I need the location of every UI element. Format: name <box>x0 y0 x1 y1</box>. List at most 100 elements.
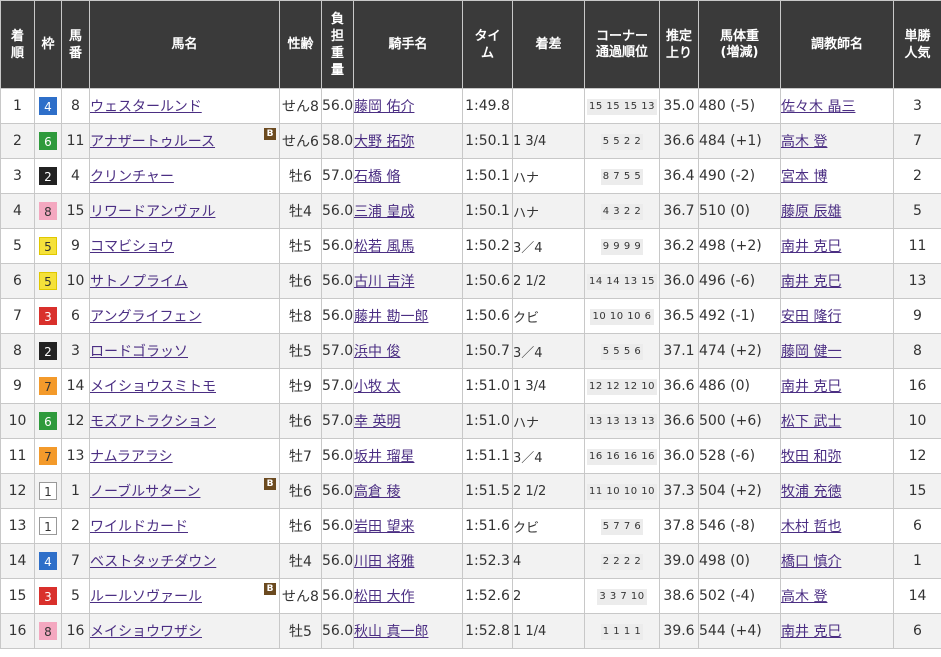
horse-name-link[interactable]: サトノプライム <box>91 274 188 290</box>
horse-cell: モズアトラクション <box>89 403 280 439</box>
trainer-name-link[interactable]: 藤岡 健一 <box>782 344 842 360</box>
trainer-name-link[interactable]: 藤原 辰雄 <box>782 204 842 220</box>
jockey-name-link[interactable]: 松田 大作 <box>355 589 415 605</box>
jockey-name-link[interactable]: 古川 吉洋 <box>355 274 415 290</box>
trainer-name-link[interactable]: 宮本 博 <box>782 169 828 185</box>
horse-name-link[interactable]: メイショウワザシ <box>91 624 203 640</box>
last3f-cell: 36.6 <box>659 123 699 159</box>
jockey-name-link[interactable]: 秋山 真一郎 <box>355 624 429 640</box>
jockey-name-link[interactable]: 小牧 太 <box>355 379 401 395</box>
jockey-name-link[interactable]: 坂井 瑠星 <box>355 449 415 465</box>
jockey-name-link[interactable]: 松若 風馬 <box>355 239 415 255</box>
jockey-name-link[interactable]: 大野 拓弥 <box>355 134 415 150</box>
time-cell: 1:50.7 <box>462 333 513 369</box>
trainer-name-link[interactable]: 牧田 和弥 <box>782 449 842 465</box>
frame-cell: 5 <box>34 263 62 299</box>
passing-cell: 10 10 10 6 <box>584 298 660 334</box>
table-row: 6 5 10 サトノプライム 牡6 56.0 古川 吉洋 1:50.6 2 1/… <box>0 263 941 299</box>
horse-name-link[interactable]: ルールソヴァール <box>91 589 203 605</box>
horse-cell: コマビショウ <box>89 228 280 264</box>
passing-cell: 11 10 10 10 <box>584 473 660 509</box>
weight-cell: 57.0 <box>321 403 354 439</box>
weight-cell: 56.0 <box>321 543 354 579</box>
passing-order: 9 9 9 9 <box>600 239 644 255</box>
popularity-cell: 6 <box>893 613 941 649</box>
popularity-cell: 1 <box>893 543 941 579</box>
frame-badge: 7 <box>39 447 57 465</box>
trainer-cell: 藤岡 健一 <box>780 333 894 369</box>
body-weight-cell: 496 (-6) <box>698 263 781 299</box>
trainer-name-link[interactable]: 松下 武士 <box>782 414 842 430</box>
trainer-name-link[interactable]: 南井 克巳 <box>782 274 842 290</box>
trainer-name-link[interactable]: 佐々木 晶三 <box>782 99 856 115</box>
margin-cell: 1 3/4 <box>512 368 585 404</box>
trainer-cell: 牧田 和弥 <box>780 438 894 474</box>
trainer-cell: 高木 登 <box>780 578 894 614</box>
jockey-name-link[interactable]: 藤岡 佑介 <box>355 99 415 115</box>
finish-cell: 8 <box>0 333 35 369</box>
horse-name-link[interactable]: アナザートゥルース <box>91 134 216 150</box>
horse-number-cell: 15 <box>61 193 90 229</box>
jockey-name-link[interactable]: 藤井 勘一郎 <box>355 309 429 325</box>
horse-name-link[interactable]: ナムラアラシ <box>91 449 173 465</box>
horse-name-link[interactable]: ノーブルサターン <box>91 484 201 500</box>
jockey-cell: 三浦 皇成 <box>353 193 463 229</box>
finish-cell: 3 <box>0 158 35 194</box>
trainer-name-link[interactable]: 安田 隆行 <box>782 309 842 325</box>
trainer-name-link[interactable]: 牧浦 充徳 <box>782 484 842 500</box>
table-row: 13 1 2 ワイルドカード 牡6 56.0 岩田 望来 1:51.6 クビ 5… <box>0 508 941 544</box>
jockey-name-link[interactable]: 川田 将雅 <box>355 554 415 570</box>
jockey-name-link[interactable]: 高倉 稜 <box>355 484 401 500</box>
time-cell: 1:51.0 <box>462 403 513 439</box>
horse-name-link[interactable]: ロードゴラッソ <box>91 344 189 360</box>
frame-badge: 7 <box>39 377 57 395</box>
horse-name-link[interactable]: クリンチャー <box>91 169 174 185</box>
body-weight-cell: 490 (-2) <box>698 158 781 194</box>
horse-name-link[interactable]: モズアトラクション <box>91 414 217 430</box>
jockey-name-link[interactable]: 岩田 望来 <box>355 519 415 535</box>
trainer-name-link[interactable]: 南井 克巳 <box>782 379 842 395</box>
jockey-cell: 大野 拓弥 <box>353 123 463 159</box>
finish-cell: 15 <box>0 578 35 614</box>
last3f-cell: 36.4 <box>659 158 699 194</box>
popularity-cell: 7 <box>893 123 941 159</box>
trainer-name-link[interactable]: 木村 哲也 <box>782 519 842 535</box>
time-cell: 1:50.1 <box>462 123 513 159</box>
trainer-name-link[interactable]: 南井 克巳 <box>782 624 842 640</box>
horse-name-link[interactable]: メイショウスミトモ <box>91 379 217 395</box>
jockey-cell: 藤井 勘一郎 <box>353 298 463 334</box>
trainer-cell: 安田 隆行 <box>780 298 894 334</box>
horse-name-link[interactable]: ベストタッチダウン <box>91 554 217 570</box>
jockey-name-link[interactable]: 三浦 皇成 <box>355 204 415 220</box>
jockey-name-link[interactable]: 石橋 脩 <box>355 169 401 185</box>
jockey-name-link[interactable]: 浜中 俊 <box>355 344 401 360</box>
trainer-cell: 南井 克巳 <box>780 613 894 649</box>
sex-age-cell: 牡6 <box>279 158 322 194</box>
sex-age-cell: 牡4 <box>279 543 322 579</box>
last3f-cell: 36.0 <box>659 438 699 474</box>
frame-cell: 1 <box>34 508 62 544</box>
jockey-cell: 古川 吉洋 <box>353 263 463 299</box>
horse-name-link[interactable]: ワイルドカード <box>91 519 189 535</box>
frame-badge: 5 <box>39 237 57 255</box>
horse-name-link[interactable]: コマビショウ <box>91 239 175 255</box>
trainer-name-link[interactable]: 高木 登 <box>782 134 828 150</box>
weight-cell: 56.0 <box>321 438 354 474</box>
passing-order: 2 2 2 2 <box>600 554 644 570</box>
horse-name-link[interactable]: アングライフェン <box>91 309 202 325</box>
weight-cell: 57.0 <box>321 158 354 194</box>
trainer-name-link[interactable]: 高木 登 <box>782 589 828 605</box>
jockey-name-link[interactable]: 幸 英明 <box>355 414 401 430</box>
weight-cell: 56.0 <box>321 298 354 334</box>
sex-age-cell: 牡4 <box>279 193 322 229</box>
passing-cell: 8 7 5 5 <box>584 158 660 194</box>
time-cell: 1:52.3 <box>462 543 513 579</box>
jockey-cell: 石橋 脩 <box>353 158 463 194</box>
frame-badge: 2 <box>39 342 57 360</box>
trainer-name-link[interactable]: 橋口 慎介 <box>782 554 842 570</box>
horse-number-cell: 1 <box>61 473 90 509</box>
horse-name-link[interactable]: リワードアンヴァル <box>91 204 216 220</box>
trainer-name-link[interactable]: 南井 克巳 <box>782 239 842 255</box>
passing-order: 3 3 7 10 <box>597 589 647 605</box>
horse-name-link[interactable]: ウェスタールンド <box>91 99 202 115</box>
